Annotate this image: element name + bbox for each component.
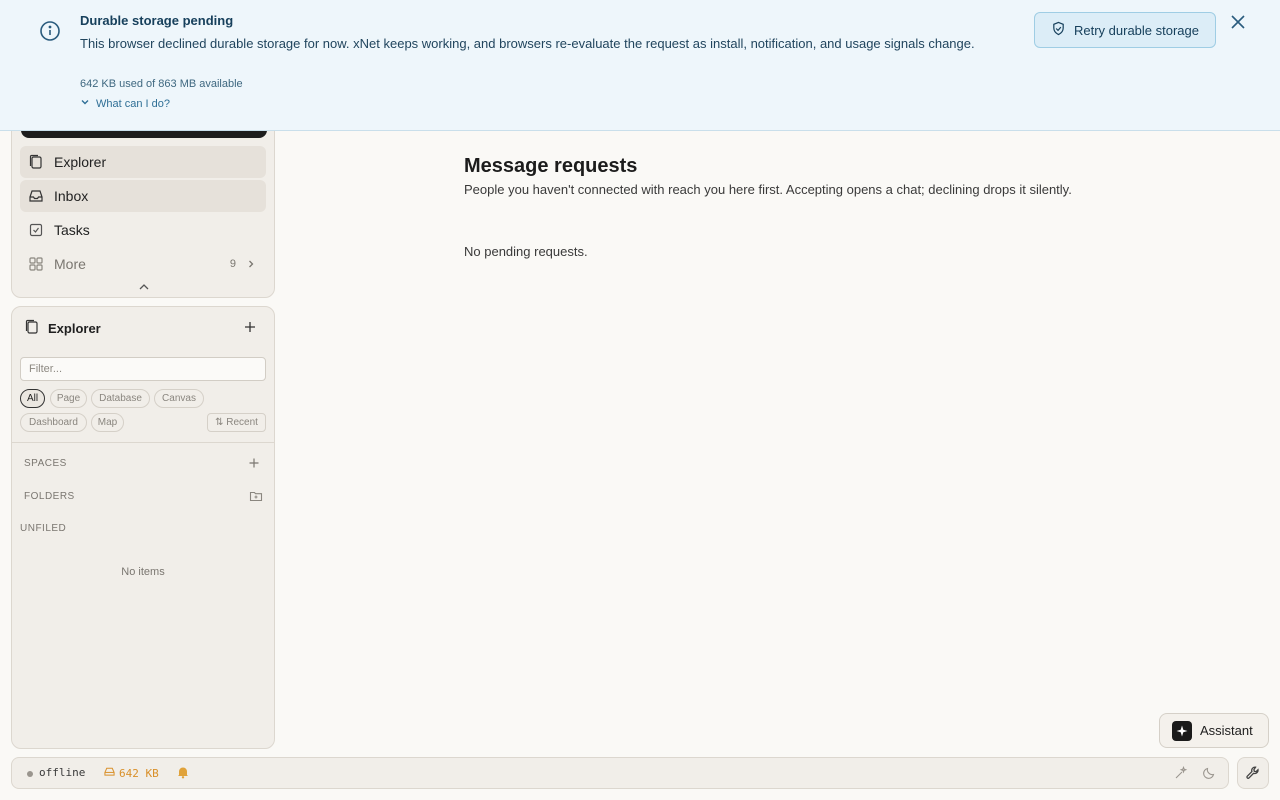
- new-folder-icon[interactable]: [249, 489, 263, 503]
- connection-status-dot: [27, 771, 33, 777]
- grid-icon: [28, 256, 44, 272]
- shield-check-icon: [1051, 21, 1066, 39]
- empty-requests-text: No pending requests.: [464, 244, 588, 259]
- chip-canvas[interactable]: Canvas: [154, 389, 204, 408]
- add-icon[interactable]: [242, 319, 258, 335]
- explorer-panel: Explorer All Page Database Canvas Dashbo…: [11, 306, 275, 749]
- pages-icon: [28, 154, 44, 170]
- sidebar-item-tasks[interactable]: Tasks: [20, 214, 266, 246]
- storage-usage: 642 KB used of 863 MB available: [80, 78, 243, 90]
- banner-message: This browser declined durable storage fo…: [80, 36, 975, 51]
- chevron-down-icon: [80, 97, 90, 110]
- sidebar-item-inbox[interactable]: Inbox: [20, 180, 266, 212]
- what-can-i-do-link[interactable]: What can I do?: [80, 97, 170, 110]
- assistant-button[interactable]: Assistant: [1159, 713, 1269, 748]
- filter-input[interactable]: [20, 357, 266, 381]
- drive-icon: [104, 766, 115, 780]
- sidebar-item-label: Inbox: [54, 188, 89, 204]
- chip-dashboard[interactable]: Dashboard: [20, 413, 87, 432]
- pages-icon: [24, 319, 40, 338]
- sidebar-item-label: Explorer: [54, 154, 107, 170]
- sparkles-icon[interactable]: [1174, 765, 1188, 780]
- folders-section-label: FOLDERS: [24, 491, 75, 502]
- checkbox-icon: [28, 222, 44, 238]
- unfiled-section-label: UNFILED: [20, 523, 67, 534]
- page-description: People you haven't connected with reach …: [464, 182, 1072, 197]
- explorer-header: Explorer: [24, 319, 101, 338]
- sidebar-item-explorer[interactable]: Explorer: [20, 146, 266, 178]
- assistant-label: Assistant: [1200, 723, 1253, 738]
- help-link-label: What can I do?: [96, 97, 170, 110]
- chip-map[interactable]: Map: [91, 413, 124, 432]
- storage-size: 642 KB: [119, 766, 159, 780]
- info-icon: [39, 20, 61, 42]
- retry-label: Retry durable storage: [1073, 22, 1199, 38]
- chevron-up-icon[interactable]: [136, 280, 152, 294]
- empty-state: No items: [121, 566, 165, 578]
- sidebar-nav: Explorer Inbox Tasks More 9: [11, 110, 275, 298]
- sidebar-item-more[interactable]: More 9: [20, 248, 266, 280]
- retry-durable-storage-button[interactable]: Retry durable storage: [1034, 12, 1216, 48]
- moon-icon[interactable]: [1202, 766, 1216, 780]
- chip-all[interactable]: All: [20, 389, 45, 408]
- close-icon[interactable]: [1228, 12, 1248, 32]
- sidebar-item-label: Tasks: [54, 222, 90, 238]
- inbox-icon: [28, 188, 44, 204]
- chevron-right-icon: [246, 256, 256, 272]
- storage-indicator[interactable]: 642 KB: [104, 766, 159, 780]
- explorer-title: Explorer: [48, 321, 101, 336]
- more-count: 9: [229, 258, 236, 270]
- storage-banner: Durable storage pending This browser dec…: [0, 0, 1280, 131]
- banner-title: Durable storage pending: [80, 13, 234, 28]
- sidebar-item-label: More: [54, 256, 86, 272]
- add-space-icon[interactable]: [247, 456, 261, 470]
- divider: [12, 442, 274, 443]
- page-title: Message requests: [464, 155, 638, 177]
- sparkle-icon: [1172, 720, 1192, 741]
- wrench-icon[interactable]: [1237, 757, 1269, 789]
- chip-database[interactable]: Database: [91, 389, 150, 408]
- sort-recent-button[interactable]: ⇅ Recent: [207, 413, 266, 432]
- connection-status: offline: [39, 766, 86, 779]
- bell-icon[interactable]: [176, 765, 190, 779]
- spaces-section-label: SPACES: [24, 458, 67, 469]
- chip-page[interactable]: Page: [50, 389, 87, 408]
- status-bar: offline 642 KB: [11, 757, 1229, 789]
